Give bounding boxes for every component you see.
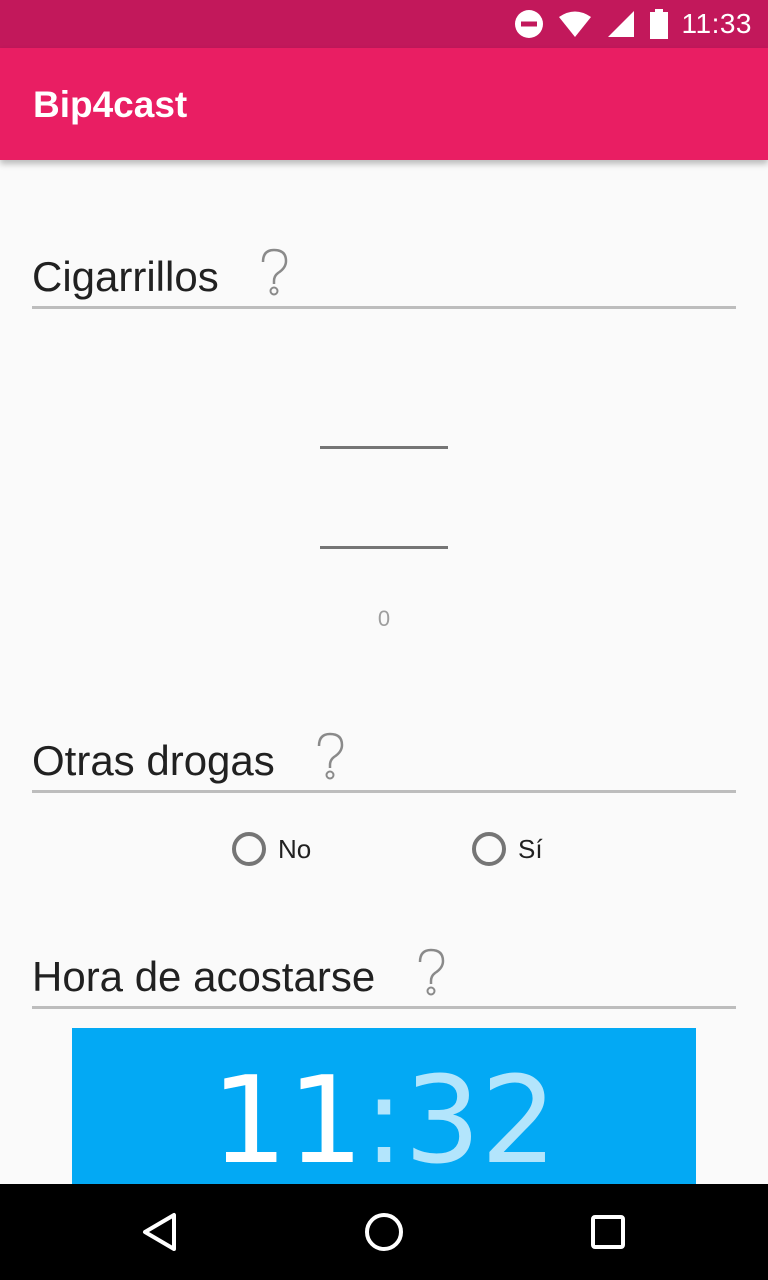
otras-drogas-header: Otras drogas xyxy=(32,732,736,793)
radio-si[interactable]: Sí xyxy=(472,832,543,866)
otras-drogas-title: Otras drogas xyxy=(32,737,275,784)
nav-bar xyxy=(0,1184,768,1280)
radio-no-label[interactable]: No xyxy=(278,834,311,865)
status-time: 11:33 xyxy=(681,8,752,39)
radio-si-label[interactable]: Sí xyxy=(518,834,543,865)
do-not-disturb-icon xyxy=(514,10,543,38)
time-separator: : xyxy=(363,1052,405,1184)
time-display: 11:32 xyxy=(72,1062,696,1182)
battery-icon xyxy=(649,9,668,39)
form-content[interactable]: Cigarrillos 0 Otras drogas No Sí Hora de… xyxy=(0,160,768,1184)
app-title: Bip4cast xyxy=(33,84,188,125)
picker-value: 0 xyxy=(377,606,391,631)
radio-no[interactable]: No xyxy=(232,832,311,866)
back-icon[interactable] xyxy=(136,1208,184,1256)
otras-drogas-radio-group: No Sí xyxy=(0,832,768,876)
hora-acostarse-title: Hora de acostarse xyxy=(32,953,376,1000)
hora-acostarse-header: Hora de acostarse xyxy=(32,948,736,1009)
picker-bottom-divider xyxy=(320,546,448,549)
wifi-icon xyxy=(558,11,591,37)
cell-signal-icon xyxy=(607,11,634,37)
recents-icon[interactable] xyxy=(584,1208,632,1256)
help-icon[interactable] xyxy=(315,732,345,785)
picker-top-divider xyxy=(320,446,448,449)
time-hour[interactable]: 11 xyxy=(211,1052,364,1184)
status-icons: 11:33 xyxy=(514,0,753,48)
help-icon[interactable] xyxy=(259,248,289,301)
cigarrillos-title: Cigarrillos xyxy=(32,253,219,300)
home-icon[interactable] xyxy=(360,1208,408,1256)
status-bar: 11:33 xyxy=(0,0,768,48)
time-picker-header[interactable]: 11:32 xyxy=(72,1028,696,1184)
app-bar: Bip4cast xyxy=(0,48,768,160)
time-minute[interactable]: 32 xyxy=(404,1052,557,1184)
help-icon[interactable] xyxy=(416,948,446,1001)
radio-si-circle[interactable] xyxy=(472,832,506,866)
cigarrillos-header: Cigarrillos xyxy=(32,248,736,309)
radio-no-circle[interactable] xyxy=(232,832,266,866)
